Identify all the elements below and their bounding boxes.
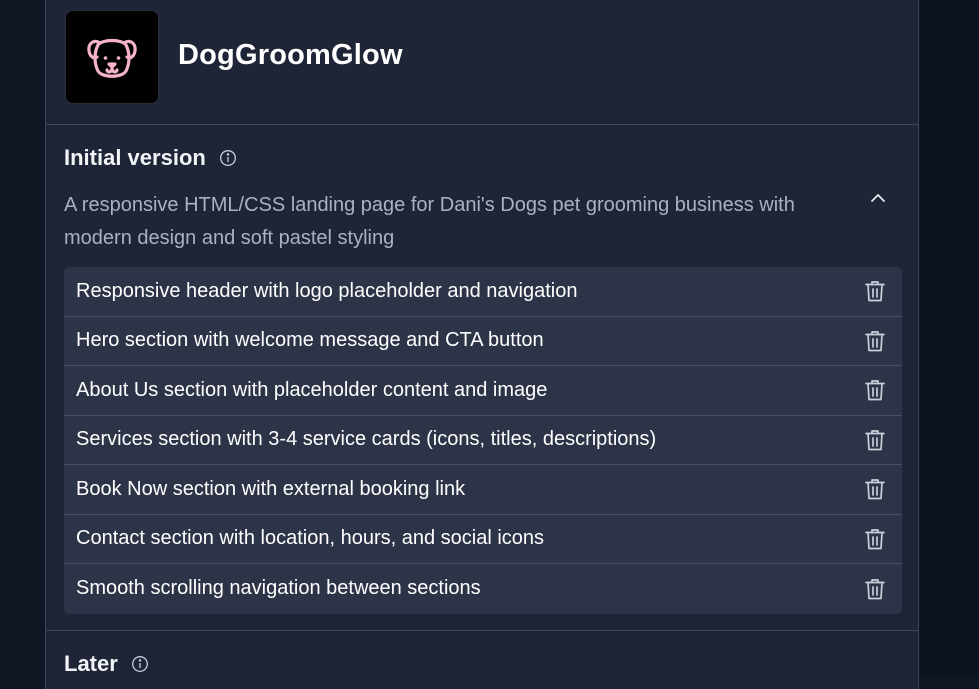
trash-icon[interactable] bbox=[864, 477, 886, 501]
feature-item[interactable]: Contact section with location, hours, an… bbox=[64, 515, 902, 564]
feature-label: Hero section with welcome message and CT… bbox=[76, 329, 544, 352]
trash-icon[interactable] bbox=[864, 527, 886, 551]
trash-icon[interactable] bbox=[864, 378, 886, 402]
trash-icon[interactable] bbox=[864, 428, 886, 452]
feature-label: Responsive header with logo placeholder … bbox=[76, 279, 578, 302]
later-heading: Later bbox=[64, 651, 149, 677]
plan-panel: DogGroomGlow Initial version A responsiv… bbox=[45, 0, 919, 689]
section-title: Initial version bbox=[64, 145, 206, 170]
info-icon[interactable] bbox=[219, 149, 237, 167]
collapse-button[interactable] bbox=[867, 187, 889, 209]
feature-item[interactable]: Smooth scrolling navigation between sect… bbox=[64, 564, 902, 614]
section-title: Later bbox=[64, 651, 118, 676]
feature-label: About Us section with placeholder conten… bbox=[76, 378, 548, 401]
feature-list: Responsive header with logo placeholder … bbox=[64, 267, 902, 614]
feature-item[interactable]: About Us section with placeholder conten… bbox=[64, 366, 902, 416]
plan-description: A responsive HTML/CSS landing page for D… bbox=[64, 194, 795, 249]
feature-label: Services section with 3-4 service cards … bbox=[76, 428, 657, 451]
section-divider bbox=[46, 630, 918, 631]
feature-label: Contact section with location, hours, an… bbox=[76, 527, 545, 550]
feature-label: Smooth scrolling navigation between sect… bbox=[76, 577, 481, 600]
feature-item[interactable]: Hero section with welcome message and CT… bbox=[64, 317, 902, 366]
trash-icon[interactable] bbox=[864, 279, 886, 303]
trash-icon[interactable] bbox=[864, 577, 886, 601]
chevron-up-icon bbox=[871, 194, 885, 202]
window-backdrop bbox=[920, 0, 979, 675]
feature-label: Book Now section with external booking l… bbox=[76, 477, 466, 500]
app-logo bbox=[65, 10, 159, 104]
feature-item[interactable]: Responsive header with logo placeholder … bbox=[64, 267, 902, 317]
trash-icon[interactable] bbox=[864, 329, 886, 353]
initial-version-heading: Initial version bbox=[64, 145, 237, 171]
dog-face-icon bbox=[87, 38, 137, 78]
info-icon[interactable] bbox=[131, 655, 149, 673]
feature-item[interactable]: Book Now section with external booking l… bbox=[64, 465, 902, 515]
app-title: DogGroomGlow bbox=[178, 39, 403, 71]
feature-item[interactable]: Services section with 3-4 service cards … bbox=[64, 416, 902, 465]
app-header: DogGroomGlow bbox=[46, 0, 918, 125]
